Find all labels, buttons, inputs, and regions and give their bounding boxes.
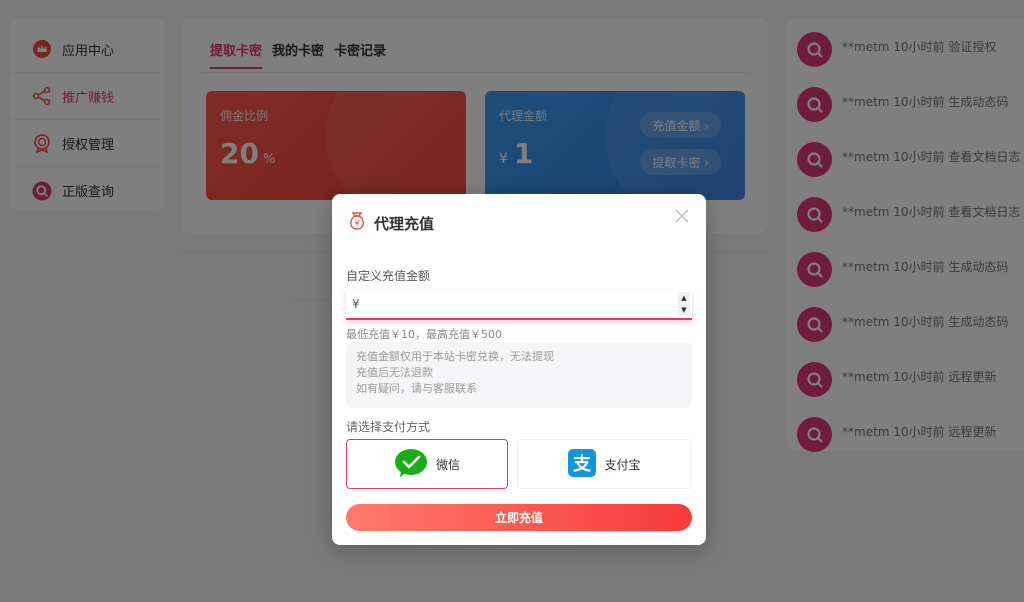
stepper-down-icon[interactable]: ▼ bbox=[681, 306, 686, 314]
svg-text:支: 支 bbox=[572, 453, 592, 475]
amount-input[interactable] bbox=[359, 290, 678, 318]
amount-label: 自定义充值金额 bbox=[346, 269, 431, 283]
money-bag-icon: ¥ bbox=[346, 210, 368, 236]
pay-alipay-option[interactable]: 支 支付宝 bbox=[517, 439, 692, 489]
svg-text:¥: ¥ bbox=[354, 219, 359, 228]
payment-method-label: 请选择支付方式 bbox=[346, 420, 431, 434]
amount-hint: 最低充值￥10，最高充值￥500 bbox=[346, 328, 502, 341]
recharge-dialog: ¥ 代理充值 自定义充值金额 ¥ ▲ ▼ 最低充值￥10，最高充值￥500 充值金… bbox=[332, 194, 706, 545]
stepper-up-icon[interactable]: ▲ bbox=[681, 294, 686, 302]
amount-field: ¥ ▲ ▼ bbox=[346, 290, 692, 320]
notice-line: 充值金额仅用于本站卡密兑换，无法提现 bbox=[356, 350, 554, 363]
pay-wechat-option[interactable]: 微信 bbox=[346, 439, 508, 489]
notice-line: 充值后无法退款 bbox=[356, 366, 433, 379]
pay-wechat-label: 微信 bbox=[435, 457, 460, 472]
dialog-header: ¥ 代理充值 bbox=[346, 210, 434, 236]
amount-stepper[interactable]: ▲ ▼ bbox=[678, 292, 690, 316]
notice-box: 充值金额仅用于本站卡密兑换，无法提现 充值后无法退款 如有疑问，请与客服联系 bbox=[346, 342, 692, 408]
pay-alipay-label: 支付宝 bbox=[604, 457, 641, 472]
wechat-icon bbox=[394, 448, 428, 481]
dialog-title: 代理充值 bbox=[374, 214, 435, 233]
alipay-icon: 支 bbox=[568, 448, 597, 480]
currency-symbol: ¥ bbox=[352, 297, 360, 311]
close-icon[interactable] bbox=[674, 208, 690, 224]
notice-line: 如有疑问，请与客服联系 bbox=[356, 382, 477, 395]
recharge-submit-button[interactable]: 立即充值 bbox=[346, 504, 692, 531]
